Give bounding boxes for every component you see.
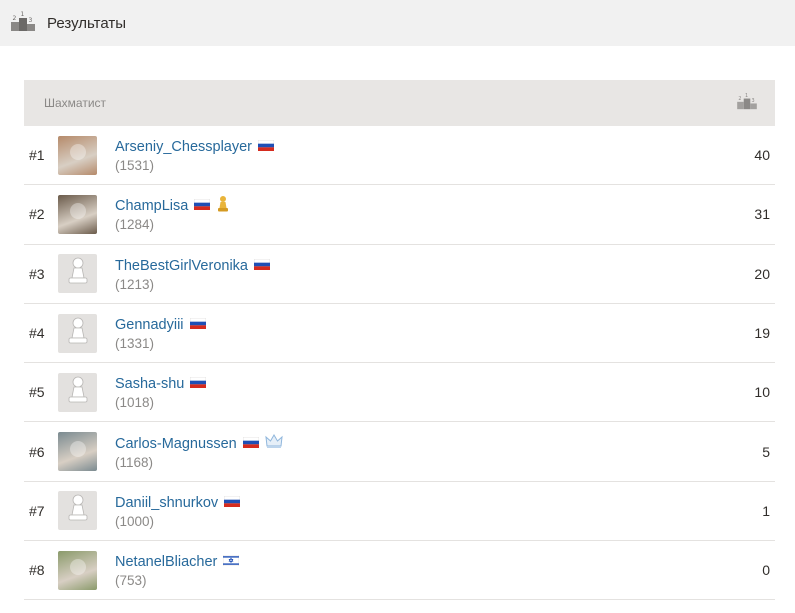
rank-label: #2	[29, 206, 45, 223]
name-line: Sasha-shu	[115, 374, 207, 394]
results-table: Шахматист 1 2 3 #1 Arseniy_Chessplayer (…	[24, 80, 775, 601]
results-header: 1 2 3 Результаты	[0, 0, 795, 46]
pawn-avatar-icon	[65, 256, 91, 291]
svg-text:3: 3	[29, 17, 33, 24]
pawn-avatar-icon	[65, 375, 91, 410]
table-row: #2 ChampLisa (1284) 31	[24, 185, 775, 245]
score-value: 20	[754, 265, 770, 282]
name-line: Daniil_shnurkov	[115, 493, 241, 513]
player-info: Gennadyiii (1331)	[115, 315, 206, 351]
rank-label: #8	[29, 562, 45, 579]
name-line: Carlos-Magnussen	[115, 434, 283, 454]
username-link[interactable]: Daniil_shnurkov	[115, 495, 218, 511]
pawn-avatar-icon	[65, 493, 91, 528]
name-line: TheBestGirlVeronika	[115, 256, 271, 276]
russia-flag	[223, 494, 241, 512]
rating-label: (1284)	[115, 217, 155, 233]
israel-flag	[223, 553, 240, 571]
player-info: Arseniy_Chessplayer (1531)	[115, 137, 275, 174]
table-row: #6 Carlos-Magnussen (1168) 5	[24, 422, 775, 482]
username-link[interactable]: Carlos-Magnussen	[115, 436, 237, 452]
russia-flag	[189, 316, 206, 334]
avatar[interactable]	[58, 194, 97, 234]
podium-icon: 1 2 3	[11, 10, 35, 37]
name-line: Arseniy_Chessplayer	[115, 137, 275, 157]
rating-label: (753)	[115, 573, 147, 589]
player-info: Carlos-Magnussen (1168)	[115, 434, 283, 470]
player-column-header: Шахматист	[44, 96, 107, 110]
russia-flag	[194, 197, 211, 215]
table-row: #3 TheBestGirlVeronika (1213) 20	[24, 245, 775, 304]
rank-label: #6	[29, 443, 45, 460]
avatar[interactable]	[58, 550, 97, 590]
svg-text:1: 1	[745, 92, 748, 98]
podium-icon[interactable]: 1 2 3	[737, 92, 757, 115]
table-row: #5 Sasha-shu (1018) 10	[24, 363, 775, 423]
rating-label: (1168)	[115, 454, 154, 470]
player-info: TheBestGirlVeronika (1213)	[115, 256, 271, 292]
rank-label: #5	[29, 384, 45, 401]
player-info: NetanelBliacher (753)	[115, 552, 240, 589]
user-photo-icon	[69, 144, 86, 161]
username-link[interactable]: Sasha-shu	[115, 376, 184, 392]
rank-label: #4	[29, 325, 45, 342]
username-link[interactable]: ChampLisa	[115, 198, 188, 214]
russia-flag	[253, 257, 271, 275]
user-photo-icon	[69, 440, 86, 457]
avatar[interactable]	[58, 313, 97, 353]
table-row: #7 Daniil_shnurkov (1000) 1	[24, 482, 775, 542]
russia-flag	[257, 138, 275, 156]
score-value: 10	[754, 384, 770, 401]
svg-text:3: 3	[752, 97, 755, 103]
score-value: 1	[762, 502, 770, 519]
player-info: ChampLisa (1284)	[115, 195, 230, 233]
avatar[interactable]	[58, 372, 97, 412]
username-link[interactable]: TheBestGirlVeronika	[115, 258, 248, 274]
rank-label: #1	[29, 147, 45, 164]
page-title: Результаты	[47, 14, 126, 32]
score-value: 31	[754, 206, 770, 223]
avatar[interactable]	[58, 491, 97, 531]
name-line: NetanelBliacher	[115, 552, 240, 572]
russia-flag	[190, 375, 207, 393]
username-link[interactable]: NetanelBliacher	[115, 554, 217, 570]
name-line: ChampLisa	[115, 195, 230, 218]
rating-label: (1000)	[115, 513, 155, 529]
avatar[interactable]	[58, 254, 97, 294]
svg-text:1: 1	[21, 11, 25, 18]
pawn-avatar-icon	[65, 316, 91, 351]
user-photo-icon	[69, 559, 86, 576]
player-info: Daniil_shnurkov (1000)	[115, 493, 241, 529]
username-link[interactable]: Gennadyiii	[115, 317, 184, 333]
rating-label: (1018)	[115, 395, 155, 411]
rank-label: #3	[29, 265, 45, 282]
table-body: #1 Arseniy_Chessplayer (1531) 40 #2 Cham…	[24, 126, 775, 601]
player-info: Sasha-shu (1018)	[115, 374, 207, 411]
svg-text:2: 2	[738, 96, 741, 102]
username-link[interactable]: Arseniy_Chessplayer	[115, 139, 252, 155]
crown-icon	[265, 433, 283, 454]
score-value: 19	[754, 325, 770, 342]
gold-pawn-icon	[216, 195, 230, 218]
score-value: 0	[762, 562, 770, 579]
rank-label: #7	[29, 502, 45, 519]
score-value: 40	[754, 147, 770, 164]
table-row: #8 NetanelBliacher (753) 0	[24, 541, 775, 601]
avatar[interactable]	[58, 432, 97, 472]
table-row: #1 Arseniy_Chessplayer (1531) 40	[24, 126, 775, 186]
rating-label: (1213)	[115, 276, 155, 292]
russia-flag	[242, 435, 259, 453]
user-photo-icon	[69, 203, 86, 220]
rating-label: (1331)	[115, 336, 155, 352]
name-line: Gennadyiii	[115, 315, 206, 335]
score-value: 5	[762, 443, 770, 460]
table-header: Шахматист 1 2 3	[24, 80, 775, 126]
svg-text:2: 2	[13, 15, 17, 22]
table-row: #4 Gennadyiii (1331) 19	[24, 304, 775, 364]
rating-label: (1531)	[115, 158, 155, 174]
avatar[interactable]	[58, 135, 97, 175]
